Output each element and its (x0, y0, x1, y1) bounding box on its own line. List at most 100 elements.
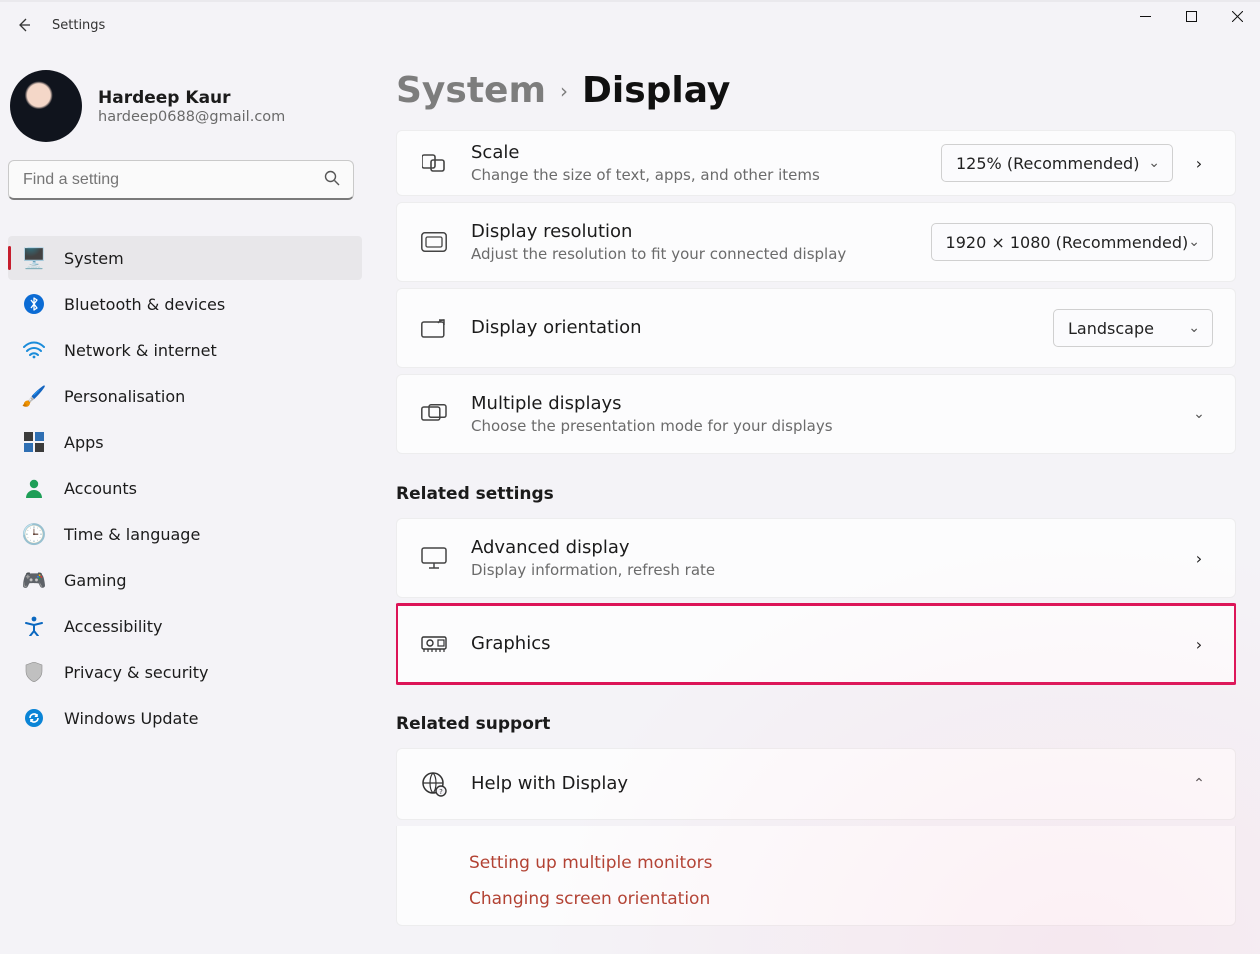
sidebar-item-label: Windows Update (64, 709, 198, 728)
chevron-down-icon: ⌄ (1188, 234, 1200, 250)
setting-subtitle: Choose the presentation mode for your di… (471, 416, 1185, 436)
chevron-down-icon: ⌄ (1148, 155, 1160, 171)
chevron-up-icon[interactable]: ⌃ (1185, 776, 1213, 792)
gamepad-icon: 🎮 (22, 568, 46, 592)
multiple-displays-icon (419, 404, 449, 424)
accessibility-icon (22, 614, 46, 638)
orientation-icon (419, 318, 449, 338)
sidebar-item-accessibility[interactable]: Accessibility (8, 604, 362, 648)
sidebar-item-label: Apps (64, 433, 104, 452)
search-icon (324, 170, 340, 190)
clock-globe-icon: 🕒 (22, 522, 46, 546)
help-link[interactable]: Setting up multiple monitors (469, 848, 712, 878)
help-card-title: Help with Display (471, 772, 1185, 796)
chevron-right-icon: › (560, 79, 568, 103)
panel-list: Scale Change the size of text, apps, and… (396, 130, 1236, 954)
sidebar-item-gaming[interactable]: 🎮 Gaming (8, 558, 362, 602)
section-related-settings: Related settings (396, 484, 1236, 504)
setting-subtitle: Adjust the resolution to fit your connec… (471, 244, 931, 264)
main: System › Display Scale Change the size o… (396, 70, 1236, 954)
sidebar-item-personalisation[interactable]: 🖌️ Personalisation (8, 374, 362, 418)
sidebar-item-label: System (64, 249, 124, 268)
resolution-icon (419, 232, 449, 252)
search-wrap (8, 160, 354, 200)
user-block[interactable]: Hardeep Kaur hardeep0688@gmail.com (10, 70, 362, 142)
setting-subtitle: Display information, refresh rate (471, 560, 1185, 580)
dropdown-value: 125% (Recommended) (956, 154, 1139, 173)
sidebar-item-apps[interactable]: Apps (8, 420, 362, 464)
setting-title: Advanced display (471, 536, 1185, 560)
app-title: Settings (52, 18, 105, 33)
chevron-right-icon[interactable]: › (1185, 154, 1213, 173)
monitor-icon (419, 547, 449, 569)
sidebar-item-label: Time & language (64, 525, 200, 544)
setting-title: Display resolution (471, 220, 931, 244)
orientation-dropdown[interactable]: Landscape ⌄ (1053, 309, 1213, 347)
help-links: Setting up multiple monitors Changing sc… (419, 838, 712, 914)
setting-advanced-display[interactable]: Advanced display Display information, re… (396, 518, 1236, 598)
setting-multiple-displays[interactable]: Multiple displays Choose the presentatio… (396, 374, 1236, 454)
sidebar-item-windows-update[interactable]: Windows Update (8, 696, 362, 740)
sidebar-item-system[interactable]: 🖥️ System (8, 236, 362, 280)
setting-resolution[interactable]: Display resolution Adjust the resolution… (396, 202, 1236, 282)
person-icon (22, 476, 46, 500)
graphics-card-icon (419, 634, 449, 654)
setting-orientation[interactable]: Display orientation Landscape ⌄ (396, 288, 1236, 368)
wifi-icon (22, 338, 46, 362)
setting-subtitle: Change the size of text, apps, and other… (471, 165, 941, 185)
nav: 🖥️ System Bluetooth & devices Network & … (8, 236, 362, 740)
dropdown-value: Landscape (1068, 319, 1154, 338)
sidebar: Hardeep Kaur hardeep0688@gmail.com 🖥️ Sy… (0, 60, 370, 750)
user-name: Hardeep Kaur (98, 87, 285, 109)
sidebar-item-label: Accessibility (64, 617, 162, 636)
help-link[interactable]: Changing screen orientation (469, 884, 712, 914)
shield-icon (22, 660, 46, 684)
breadcrumb-parent[interactable]: System (396, 70, 546, 111)
sidebar-item-time-language[interactable]: 🕒 Time & language (8, 512, 362, 556)
setting-graphics[interactable]: Graphics › (396, 604, 1236, 684)
chevron-right-icon[interactable]: › (1185, 635, 1213, 654)
setting-scale[interactable]: Scale Change the size of text, apps, and… (396, 130, 1236, 196)
back-button[interactable] (0, 1, 48, 49)
sidebar-item-accounts[interactable]: Accounts (8, 466, 362, 510)
display-icon: 🖥️ (22, 246, 46, 270)
chevron-down-icon: ⌄ (1188, 320, 1200, 336)
section-related-support: Related support (396, 714, 1236, 734)
setting-title: Multiple displays (471, 392, 1185, 416)
setting-title: Display orientation (471, 316, 1053, 340)
minimize-button[interactable] (1122, 0, 1168, 32)
user-email: hardeep0688@gmail.com (98, 109, 285, 125)
setting-title: Graphics (471, 632, 1185, 656)
sidebar-item-label: Accounts (64, 479, 137, 498)
help-links-card: Setting up multiple monitors Changing sc… (396, 826, 1236, 926)
apps-icon (22, 430, 46, 454)
svg-text:?: ? (439, 788, 443, 796)
sidebar-item-label: Personalisation (64, 387, 185, 406)
scale-icon (419, 153, 449, 173)
sidebar-item-privacy[interactable]: Privacy & security (8, 650, 362, 694)
update-icon (22, 706, 46, 730)
close-button[interactable] (1214, 0, 1260, 32)
globe-help-icon: ? (419, 771, 449, 797)
chevron-down-icon[interactable]: ⌄ (1185, 406, 1213, 422)
title-bar: Settings (0, 0, 1260, 48)
sidebar-item-bluetooth[interactable]: Bluetooth & devices (8, 282, 362, 326)
chevron-right-icon[interactable]: › (1185, 549, 1213, 568)
dropdown-value: 1920 × 1080 (Recommended) (946, 233, 1189, 252)
sidebar-item-label: Bluetooth & devices (64, 295, 225, 314)
help-card[interactable]: ? Help with Display ⌃ (396, 748, 1236, 820)
breadcrumb: System › Display (396, 70, 1236, 111)
window-controls (1122, 0, 1260, 32)
sidebar-item-label: Gaming (64, 571, 127, 590)
sidebar-item-label: Network & internet (64, 341, 217, 360)
bluetooth-icon (22, 292, 46, 316)
maximize-button[interactable] (1168, 0, 1214, 32)
sidebar-item-network[interactable]: Network & internet (8, 328, 362, 372)
resolution-dropdown[interactable]: 1920 × 1080 (Recommended) ⌄ (931, 223, 1213, 261)
paintbrush-icon: 🖌️ (22, 384, 46, 408)
search-input[interactable] (8, 160, 354, 200)
avatar (10, 70, 82, 142)
page-title: Display (582, 70, 730, 111)
back-arrow-icon (16, 17, 32, 33)
scale-dropdown[interactable]: 125% (Recommended) ⌄ (941, 144, 1173, 182)
